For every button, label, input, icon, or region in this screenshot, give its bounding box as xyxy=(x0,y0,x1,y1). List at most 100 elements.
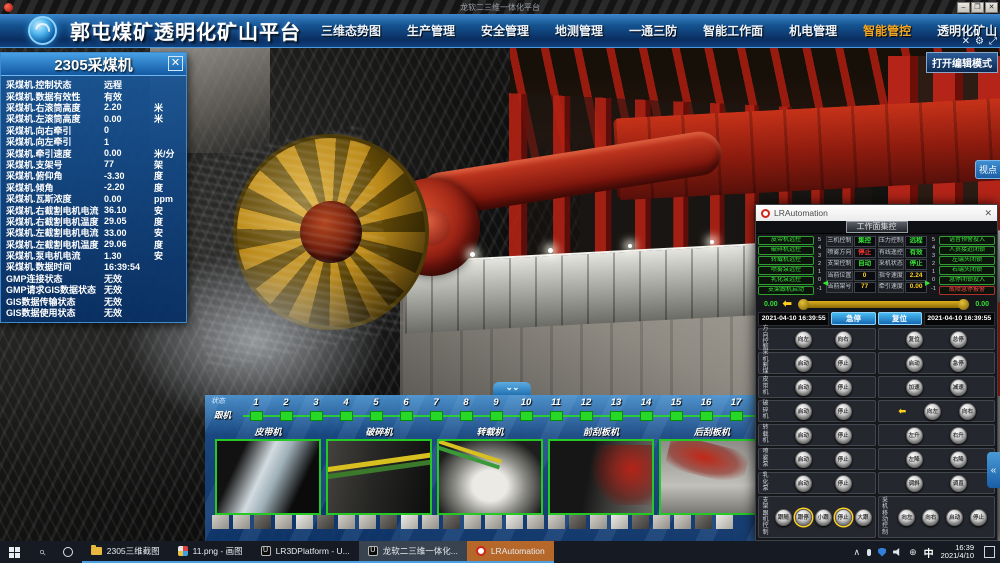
round-button[interactable]: 停止 xyxy=(835,451,852,468)
taskbar-app[interactable]: 11.png - 画图 xyxy=(169,541,252,563)
collapse-chevron-icon[interactable]: ⌄⌄ xyxy=(493,382,531,395)
round-button[interactable]: 停止 xyxy=(835,509,852,526)
nav-item-4[interactable]: 地测管理 xyxy=(555,22,603,39)
round-button[interactable]: 启动 xyxy=(795,379,812,396)
filmstrip-thumb[interactable] xyxy=(359,515,376,529)
camera-view[interactable] xyxy=(215,439,321,515)
speaker-icon[interactable] xyxy=(893,548,902,556)
support-status-indicator[interactable] xyxy=(460,411,473,421)
round-button[interactable]: 跟停 xyxy=(795,509,812,526)
support-status-indicator[interactable] xyxy=(610,411,623,421)
round-button[interactable]: 启动 xyxy=(795,475,812,492)
settings-gear-icon[interactable]: ⚙ xyxy=(975,37,984,47)
filmstrip-thumb[interactable] xyxy=(380,515,397,529)
lr-close-icon[interactable]: ✕ xyxy=(984,208,992,219)
filmstrip-thumb[interactable] xyxy=(254,515,271,529)
support-status-indicator[interactable] xyxy=(730,411,743,421)
lr-mode-button[interactable]: 乳化泵远控 xyxy=(758,276,814,285)
nav-item-2[interactable]: 生产管理 xyxy=(407,22,455,39)
support-status-indicator[interactable] xyxy=(400,411,413,421)
round-button[interactable]: 向左 xyxy=(795,331,812,348)
reset-button[interactable]: 复位 xyxy=(878,312,922,325)
nav-item-3[interactable]: 安全管理 xyxy=(481,22,529,39)
security-shield-icon[interactable] xyxy=(878,548,886,557)
round-button[interactable]: 启动 xyxy=(946,509,963,526)
round-button[interactable]: 停止 xyxy=(835,403,852,420)
round-button[interactable]: 右降 xyxy=(950,451,967,468)
filmstrip-thumb[interactable] xyxy=(296,515,313,529)
filmstrip-thumb[interactable] xyxy=(422,515,439,529)
lr-mode-button[interactable]: 喷雾泵远控 xyxy=(758,266,814,275)
lr-mode-button[interactable]: 转载机远控 xyxy=(758,256,814,265)
taskbar-clock[interactable]: 16:39 2021/4/10 xyxy=(941,544,974,561)
viewpoint-tab[interactable]: 视点 xyxy=(975,160,1000,179)
support-status-indicator[interactable] xyxy=(580,411,593,421)
filmstrip-thumb[interactable] xyxy=(506,515,523,529)
support-status-indicator[interactable] xyxy=(490,411,503,421)
round-button[interactable]: 向左 xyxy=(898,509,915,526)
start-button[interactable] xyxy=(0,541,29,563)
maximize-button[interactable]: ❐ xyxy=(971,2,984,13)
right-panel-collapse-icon[interactable]: « xyxy=(987,452,1000,488)
fit-view-icon[interactable]: ⤢ xyxy=(989,37,997,47)
round-button[interactable]: 向右 xyxy=(835,331,852,348)
lr-alarm-button[interactable]: 故障急停报警 xyxy=(939,286,995,295)
filmstrip-thumb[interactable] xyxy=(695,515,712,529)
round-button[interactable]: 启动 xyxy=(795,355,812,372)
round-button[interactable]: 左降 xyxy=(906,451,923,468)
filmstrip-thumb[interactable] xyxy=(632,515,649,529)
filmstrip-thumb[interactable] xyxy=(569,515,586,529)
nav-item-1[interactable]: 三维态势图 xyxy=(321,22,381,39)
support-status-indicator[interactable] xyxy=(250,411,263,421)
lr-mode-button[interactable]: 右端头闭锁 xyxy=(939,266,995,275)
camera-view[interactable] xyxy=(548,439,654,515)
filmstrip-thumb[interactable] xyxy=(338,515,355,529)
round-button[interactable]: 启动 xyxy=(795,403,812,420)
support-status-indicator[interactable] xyxy=(640,411,653,421)
support-status-indicator[interactable] xyxy=(310,411,323,421)
filmstrip-thumb[interactable] xyxy=(611,515,628,529)
ime-indicator[interactable]: 中 xyxy=(924,545,934,560)
round-button[interactable]: 启动 xyxy=(795,427,812,444)
round-button[interactable]: 启动 xyxy=(795,451,812,468)
round-button[interactable]: 左升 xyxy=(906,427,923,444)
round-button[interactable]: 小跟 xyxy=(815,509,832,526)
round-button[interactable]: 右升 xyxy=(950,427,967,444)
round-button[interactable]: 停止 xyxy=(835,475,852,492)
filmstrip-thumb[interactable] xyxy=(716,515,733,529)
support-status-indicator[interactable] xyxy=(520,411,533,421)
network-globe-icon[interactable]: ⊕ xyxy=(909,547,917,558)
round-button[interactable]: 复位 xyxy=(906,331,923,348)
filmstrip-thumb[interactable] xyxy=(233,515,250,529)
taskbar-app[interactable]: ULR3DPlatform - U... xyxy=(252,541,359,563)
filmstrip-thumb[interactable] xyxy=(212,515,229,529)
round-button[interactable]: 向左 xyxy=(924,403,941,420)
estop-button[interactable]: 急停 xyxy=(831,312,875,325)
round-button[interactable]: 停止 xyxy=(835,355,852,372)
camera-view[interactable] xyxy=(326,439,432,515)
camera-view[interactable] xyxy=(437,439,543,515)
support-status-indicator[interactable] xyxy=(280,411,293,421)
filmstrip-thumb[interactable] xyxy=(443,515,460,529)
round-button[interactable]: 向右 xyxy=(922,509,939,526)
filmstrip-thumb[interactable] xyxy=(485,515,502,529)
tray-expand-icon[interactable]: ∧ xyxy=(853,547,860,558)
round-button[interactable]: 调斜 xyxy=(906,475,923,492)
filmstrip-thumb[interactable] xyxy=(464,515,481,529)
round-button[interactable]: 启动 xyxy=(906,355,923,372)
round-button[interactable]: 向右 xyxy=(959,403,976,420)
nav-item-8[interactable]: 智能管控 xyxy=(863,22,911,39)
filmstrip-thumb[interactable] xyxy=(275,515,292,529)
round-button[interactable]: 调直 xyxy=(950,475,967,492)
support-status-indicator[interactable] xyxy=(700,411,713,421)
round-button[interactable]: 急停 xyxy=(950,355,967,372)
filmstrip-thumb[interactable] xyxy=(590,515,607,529)
filmstrip-thumb[interactable] xyxy=(548,515,565,529)
task-view-button[interactable] xyxy=(54,541,82,563)
round-button[interactable]: 大跟 xyxy=(855,509,872,526)
lr-mode-button[interactable]: 左端头闭锁 xyxy=(939,256,995,265)
round-button[interactable]: 跟随 xyxy=(775,509,792,526)
lr-mode-button[interactable]: 皮带机远控 xyxy=(758,236,814,245)
lr-mode-button[interactable]: 语音预警投入 xyxy=(939,236,995,245)
taskbar-app[interactable]: LRAutomation xyxy=(467,541,554,563)
